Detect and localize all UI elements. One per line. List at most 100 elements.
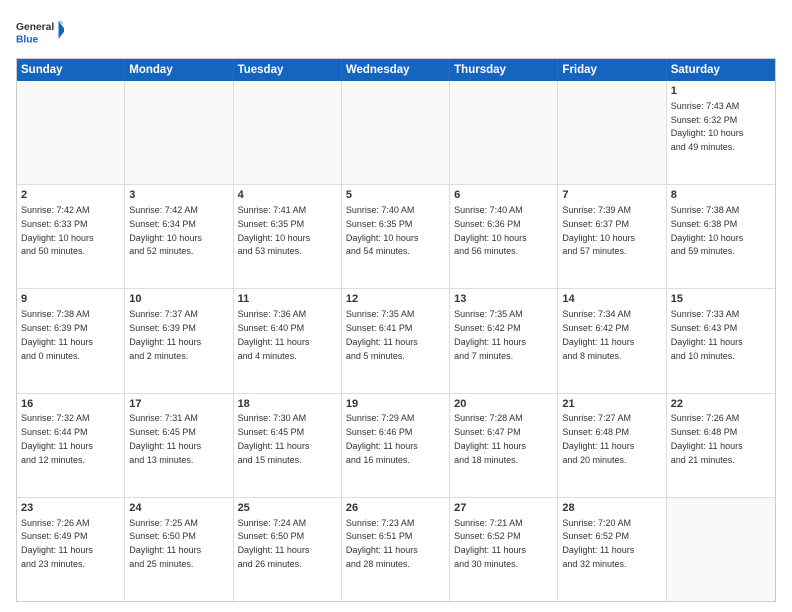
day-number: 17 — [129, 397, 228, 412]
calendar-cell-17: 17Sunrise: 7:31 AMSunset: 6:45 PMDayligh… — [125, 394, 233, 497]
day-info: Sunrise: 7:36 AMSunset: 6:40 PMDaylight:… — [238, 309, 310, 360]
calendar-row-4: 16Sunrise: 7:32 AMSunset: 6:44 PMDayligh… — [17, 393, 775, 497]
day-info: Sunrise: 7:43 AMSunset: 6:32 PMDaylight:… — [671, 101, 744, 152]
calendar-cell-22: 22Sunrise: 7:26 AMSunset: 6:48 PMDayligh… — [667, 394, 775, 497]
day-info: Sunrise: 7:20 AMSunset: 6:52 PMDaylight:… — [562, 518, 634, 569]
day-number: 14 — [562, 292, 661, 307]
day-number: 8 — [671, 188, 771, 203]
header: General Blue — [16, 12, 776, 52]
calendar-cell-4: 4 Sunrise: 7:41 AMSunset: 6:35 PMDaylight… — [234, 185, 342, 288]
header-day-thursday: Thursday — [450, 59, 558, 81]
calendar-cell-21: 21Sunrise: 7:27 AMSunset: 6:48 PMDayligh… — [558, 394, 666, 497]
calendar-cell-11: 11 Sunrise: 7:36 AMSunset: 6:40 PMDayligh… — [234, 289, 342, 392]
calendar-cell-12: 12 Sunrise: 7:35 AMSunset: 6:41 PMDayligh… — [342, 289, 450, 392]
calendar-cell-23: 23 Sunrise: 7:26 AMSunset: 6:49 PMDayligh… — [17, 498, 125, 601]
calendar-cell-empty — [558, 81, 666, 184]
day-info: Sunrise: 7:23 AMSunset: 6:51 PMDaylight:… — [346, 518, 418, 569]
day-number: 28 — [562, 501, 661, 516]
day-info: Sunrise: 7:24 AMSunset: 6:50 PMDaylight:… — [238, 518, 310, 569]
day-number: 19 — [346, 397, 445, 412]
day-info: Sunrise: 7:42 AMSunset: 6:34 PMDaylight:… — [129, 205, 202, 256]
calendar-cell-empty — [17, 81, 125, 184]
calendar-cell-19: 19Sunrise: 7:29 AMSunset: 6:46 PMDayligh… — [342, 394, 450, 497]
calendar-cell-1: 1 Sunrise: 7:43 AMSunset: 6:32 PMDaylight… — [667, 81, 775, 184]
day-info: Sunrise: 7:39 AMSunset: 6:37 PMDaylight:… — [562, 205, 635, 256]
logo: General Blue — [16, 12, 64, 52]
header-day-tuesday: Tuesday — [234, 59, 342, 81]
day-number: 3 — [129, 188, 228, 203]
calendar-cell-20: 20Sunrise: 7:28 AMSunset: 6:47 PMDayligh… — [450, 394, 558, 497]
calendar-cell-7: 7 Sunrise: 7:39 AMSunset: 6:37 PMDaylight… — [558, 185, 666, 288]
day-info: Sunrise: 7:34 AMSunset: 6:42 PMDaylight:… — [562, 309, 634, 360]
header-day-saturday: Saturday — [667, 59, 775, 81]
day-info: Sunrise: 7:40 AMSunset: 6:35 PMDaylight:… — [346, 205, 419, 256]
calendar-cell-3: 3 Sunrise: 7:42 AMSunset: 6:34 PMDaylight… — [125, 185, 233, 288]
day-info: Sunrise: 7:25 AMSunset: 6:50 PMDaylight:… — [129, 518, 201, 569]
day-number: 11 — [238, 292, 337, 307]
day-number: 6 — [454, 188, 553, 203]
day-info: Sunrise: 7:26 AMSunset: 6:49 PMDaylight:… — [21, 518, 93, 569]
calendar-cell-5: 5 Sunrise: 7:40 AMSunset: 6:35 PMDaylight… — [342, 185, 450, 288]
calendar-cell-18: 18Sunrise: 7:30 AMSunset: 6:45 PMDayligh… — [234, 394, 342, 497]
day-info: Sunrise: 7:42 AMSunset: 6:33 PMDaylight:… — [21, 205, 94, 256]
day-number: 13 — [454, 292, 553, 307]
calendar-cell-empty — [667, 498, 775, 601]
day-number: 18 — [238, 397, 337, 412]
calendar: SundayMondayTuesdayWednesdayThursdayFrid… — [16, 58, 776, 602]
calendar-cell-empty — [342, 81, 450, 184]
day-info: Sunrise: 7:38 AMSunset: 6:38 PMDaylight:… — [671, 205, 744, 256]
day-number: 4 — [238, 188, 337, 203]
day-info: Sunrise: 7:37 AMSunset: 6:39 PMDaylight:… — [129, 309, 201, 360]
calendar-cell-9: 9 Sunrise: 7:38 AMSunset: 6:39 PMDaylight… — [17, 289, 125, 392]
calendar-body: 1 Sunrise: 7:43 AMSunset: 6:32 PMDaylight… — [17, 81, 775, 601]
day-info: Sunrise: 7:28 AMSunset: 6:47 PMDaylight:… — [454, 413, 526, 464]
header-day-sunday: Sunday — [17, 59, 125, 81]
day-number: 23 — [21, 501, 120, 516]
day-number: 25 — [238, 501, 337, 516]
day-number: 15 — [671, 292, 771, 307]
calendar-cell-24: 24 Sunrise: 7:25 AMSunset: 6:50 PMDayligh… — [125, 498, 233, 601]
calendar-cell-2: 2 Sunrise: 7:42 AMSunset: 6:33 PMDaylight… — [17, 185, 125, 288]
calendar-cell-15: 15Sunrise: 7:33 AMSunset: 6:43 PMDayligh… — [667, 289, 775, 392]
day-number: 5 — [346, 188, 445, 203]
calendar-cell-6: 6Sunrise: 7:40 AMSunset: 6:36 PMDaylight… — [450, 185, 558, 288]
calendar-cell-empty — [450, 81, 558, 184]
day-info: Sunrise: 7:27 AMSunset: 6:48 PMDaylight:… — [562, 413, 634, 464]
day-info: Sunrise: 7:38 AMSunset: 6:39 PMDaylight:… — [21, 309, 93, 360]
day-number: 22 — [671, 397, 771, 412]
day-number: 7 — [562, 188, 661, 203]
day-info: Sunrise: 7:30 AMSunset: 6:45 PMDaylight:… — [238, 413, 310, 464]
calendar-cell-empty — [234, 81, 342, 184]
svg-text:General: General — [16, 22, 54, 33]
calendar-header: SundayMondayTuesdayWednesdayThursdayFrid… — [17, 59, 775, 81]
calendar-cell-8: 8 Sunrise: 7:38 AMSunset: 6:38 PMDaylight… — [667, 185, 775, 288]
day-info: Sunrise: 7:35 AMSunset: 6:41 PMDaylight:… — [346, 309, 418, 360]
day-number: 16 — [21, 397, 120, 412]
day-number: 9 — [21, 292, 120, 307]
calendar-row-1: 1 Sunrise: 7:43 AMSunset: 6:32 PMDaylight… — [17, 81, 775, 184]
day-number: 1 — [671, 84, 771, 99]
day-info: Sunrise: 7:41 AMSunset: 6:35 PMDaylight:… — [238, 205, 311, 256]
day-info: Sunrise: 7:29 AMSunset: 6:46 PMDaylight:… — [346, 413, 418, 464]
day-number: 2 — [21, 188, 120, 203]
day-number: 21 — [562, 397, 661, 412]
calendar-row-2: 2 Sunrise: 7:42 AMSunset: 6:33 PMDaylight… — [17, 184, 775, 288]
day-number: 26 — [346, 501, 445, 516]
calendar-cell-28: 28 Sunrise: 7:20 AMSunset: 6:52 PMDayligh… — [558, 498, 666, 601]
day-info: Sunrise: 7:31 AMSunset: 6:45 PMDaylight:… — [129, 413, 201, 464]
calendar-cell-27: 27Sunrise: 7:21 AMSunset: 6:52 PMDayligh… — [450, 498, 558, 601]
page: General Blue SundayMondayTuesdayWednesda… — [0, 0, 792, 612]
logo-svg: General Blue — [16, 12, 64, 52]
calendar-cell-10: 10 Sunrise: 7:37 AMSunset: 6:39 PMDayligh… — [125, 289, 233, 392]
header-day-friday: Friday — [558, 59, 666, 81]
day-number: 12 — [346, 292, 445, 307]
day-info: Sunrise: 7:26 AMSunset: 6:48 PMDaylight:… — [671, 413, 743, 464]
day-number: 24 — [129, 501, 228, 516]
day-number: 10 — [129, 292, 228, 307]
day-number: 20 — [454, 397, 553, 412]
calendar-cell-empty — [125, 81, 233, 184]
header-day-wednesday: Wednesday — [342, 59, 450, 81]
calendar-cell-25: 25 Sunrise: 7:24 AMSunset: 6:50 PMDayligh… — [234, 498, 342, 601]
day-info: Sunrise: 7:35 AMSunset: 6:42 PMDaylight:… — [454, 309, 526, 360]
day-info: Sunrise: 7:32 AMSunset: 6:44 PMDaylight:… — [21, 413, 93, 464]
